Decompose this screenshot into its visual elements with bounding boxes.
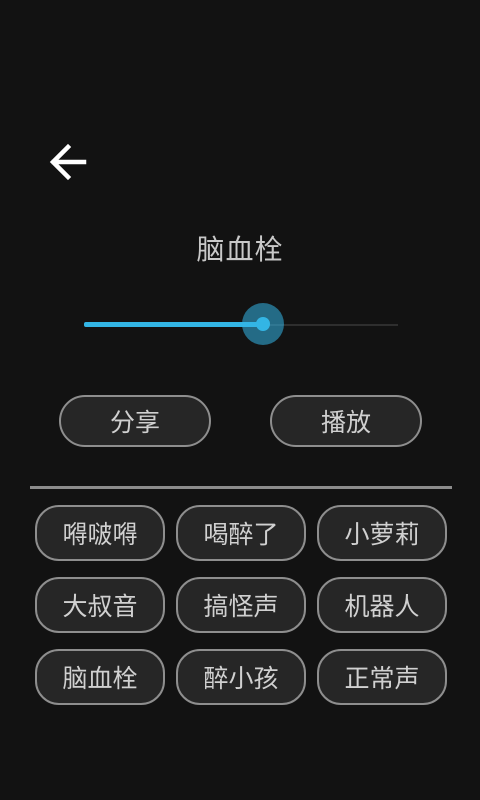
slider-thumb[interactable]	[241, 303, 284, 345]
voice-effect-button[interactable]: 大叔音	[35, 577, 165, 633]
divider	[30, 486, 452, 489]
voice-effect-button[interactable]: 正常声	[317, 649, 447, 705]
effect-title: 脑血栓	[196, 233, 284, 266]
voice-effect-button[interactable]: 机器人	[317, 577, 447, 633]
slider-thumb-core	[255, 317, 270, 331]
slider-fill	[84, 322, 263, 327]
share-button[interactable]: 分享	[59, 395, 211, 447]
voice-effect-button[interactable]: 醉小孩	[176, 649, 306, 705]
progress-slider[interactable]	[84, 300, 398, 350]
arrow-left-icon	[49, 143, 87, 181]
voice-effect-button[interactable]: 嘚啵嘚	[35, 505, 165, 561]
voice-effect-button[interactable]: 小萝莉	[317, 505, 447, 561]
back-button[interactable]	[42, 138, 94, 186]
voice-effect-button[interactable]: 喝醉了	[176, 505, 306, 561]
play-button[interactable]: 播放	[270, 395, 422, 447]
voice-effect-button[interactable]: 脑血栓	[35, 649, 165, 705]
voice-effect-grid: 嘚啵嘚 喝醉了 小萝莉 大叔音 搞怪声 机器人 脑血栓 醉小孩 正常声	[35, 505, 447, 705]
voice-effect-button[interactable]: 搞怪声	[176, 577, 306, 633]
